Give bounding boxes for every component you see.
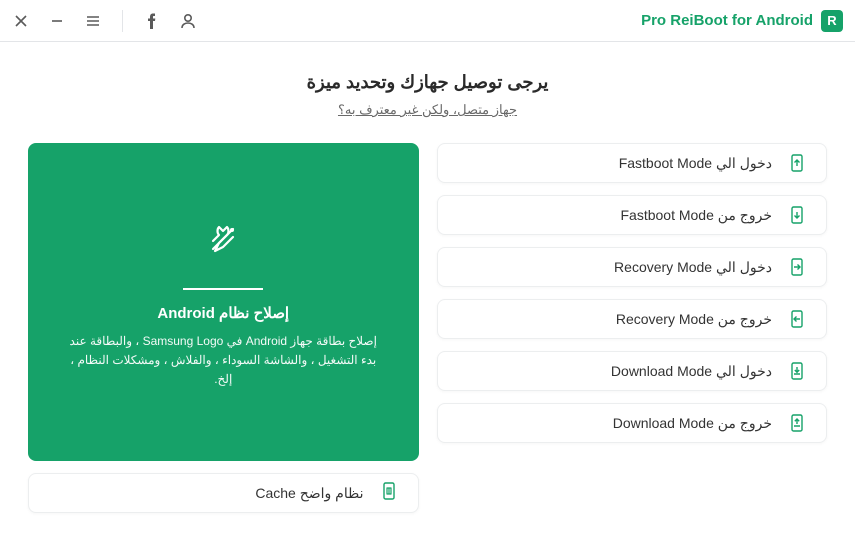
mode-label: خروج من Recovery Mode: [616, 311, 772, 328]
titlebar: Pro ReiBoot for Android R: [0, 0, 855, 42]
mode-label: خروج من Download Mode: [613, 415, 772, 432]
trash-icon: [380, 482, 398, 505]
mode-label: دخول الي Download Mode: [611, 363, 772, 380]
page-heading: يرجى توصيل جهازك وتحديد ميزة: [28, 72, 827, 93]
phone-arrow-out-icon: [788, 310, 806, 328]
phone-upload-icon: [788, 414, 806, 432]
exit-recovery-button[interactable]: خروج من Recovery Mode: [437, 299, 828, 339]
cache-label: نظام واضح Cache: [255, 485, 363, 502]
menu-icon[interactable]: [84, 12, 102, 30]
heading-section: يرجى توصيل جهازك وتحديد ميزة جهاز متصل، …: [28, 72, 827, 119]
phone-arrow-down-icon: [788, 206, 806, 224]
window-controls: [12, 10, 197, 32]
phone-arrow-up-icon: [788, 154, 806, 172]
repair-description: إصلاح بطاقة جهاز Android في Samsung Logo…: [64, 332, 383, 390]
main-content: يرجى توصيل جهازك وتحديد ميزة جهاز متصل، …: [0, 42, 855, 533]
exit-download-button[interactable]: خروج من Download Mode: [437, 403, 828, 443]
app-title-wrap: Pro ReiBoot for Android R: [641, 10, 843, 32]
modes-column: دخول الي Fastboot Mode خروج من Fastboot …: [437, 143, 828, 513]
exit-fastboot-button[interactable]: خروج من Fastboot Mode: [437, 195, 828, 235]
clear-cache-button[interactable]: نظام واضح Cache: [28, 473, 419, 513]
repair-title: إصلاح نظام Android: [157, 304, 289, 322]
titlebar-divider: [122, 10, 123, 32]
tools-icon: [199, 215, 247, 268]
app-window: Pro ReiBoot for Android R يرجى توصيل جها…: [0, 0, 855, 533]
enter-download-button[interactable]: دخول الي Download Mode: [437, 351, 828, 391]
phone-download-icon: [788, 362, 806, 380]
facebook-icon[interactable]: [143, 12, 161, 30]
enter-fastboot-button[interactable]: دخول الي Fastboot Mode: [437, 143, 828, 183]
app-title: Pro ReiBoot for Android: [641, 12, 813, 29]
repair-divider: [183, 288, 263, 290]
mode-label: خروج من Fastboot Mode: [620, 207, 772, 224]
device-unrecognized-link[interactable]: جهاز متصل، ولكن غير معترف به؟: [338, 102, 517, 117]
repair-android-card[interactable]: إصلاح نظام Android إصلاح بطاقة جهاز Andr…: [28, 143, 419, 461]
phone-arrow-in-icon: [788, 258, 806, 276]
repair-column: إصلاح نظام Android إصلاح بطاقة جهاز Andr…: [28, 143, 419, 513]
app-logo-icon: R: [821, 10, 843, 32]
enter-recovery-button[interactable]: دخول الي Recovery Mode: [437, 247, 828, 287]
mode-label: دخول الي Recovery Mode: [614, 259, 772, 276]
user-icon[interactable]: [179, 12, 197, 30]
features-grid: دخول الي Fastboot Mode خروج من Fastboot …: [28, 143, 827, 513]
close-icon[interactable]: [12, 12, 30, 30]
minimize-icon[interactable]: [48, 12, 66, 30]
mode-label: دخول الي Fastboot Mode: [619, 155, 772, 172]
